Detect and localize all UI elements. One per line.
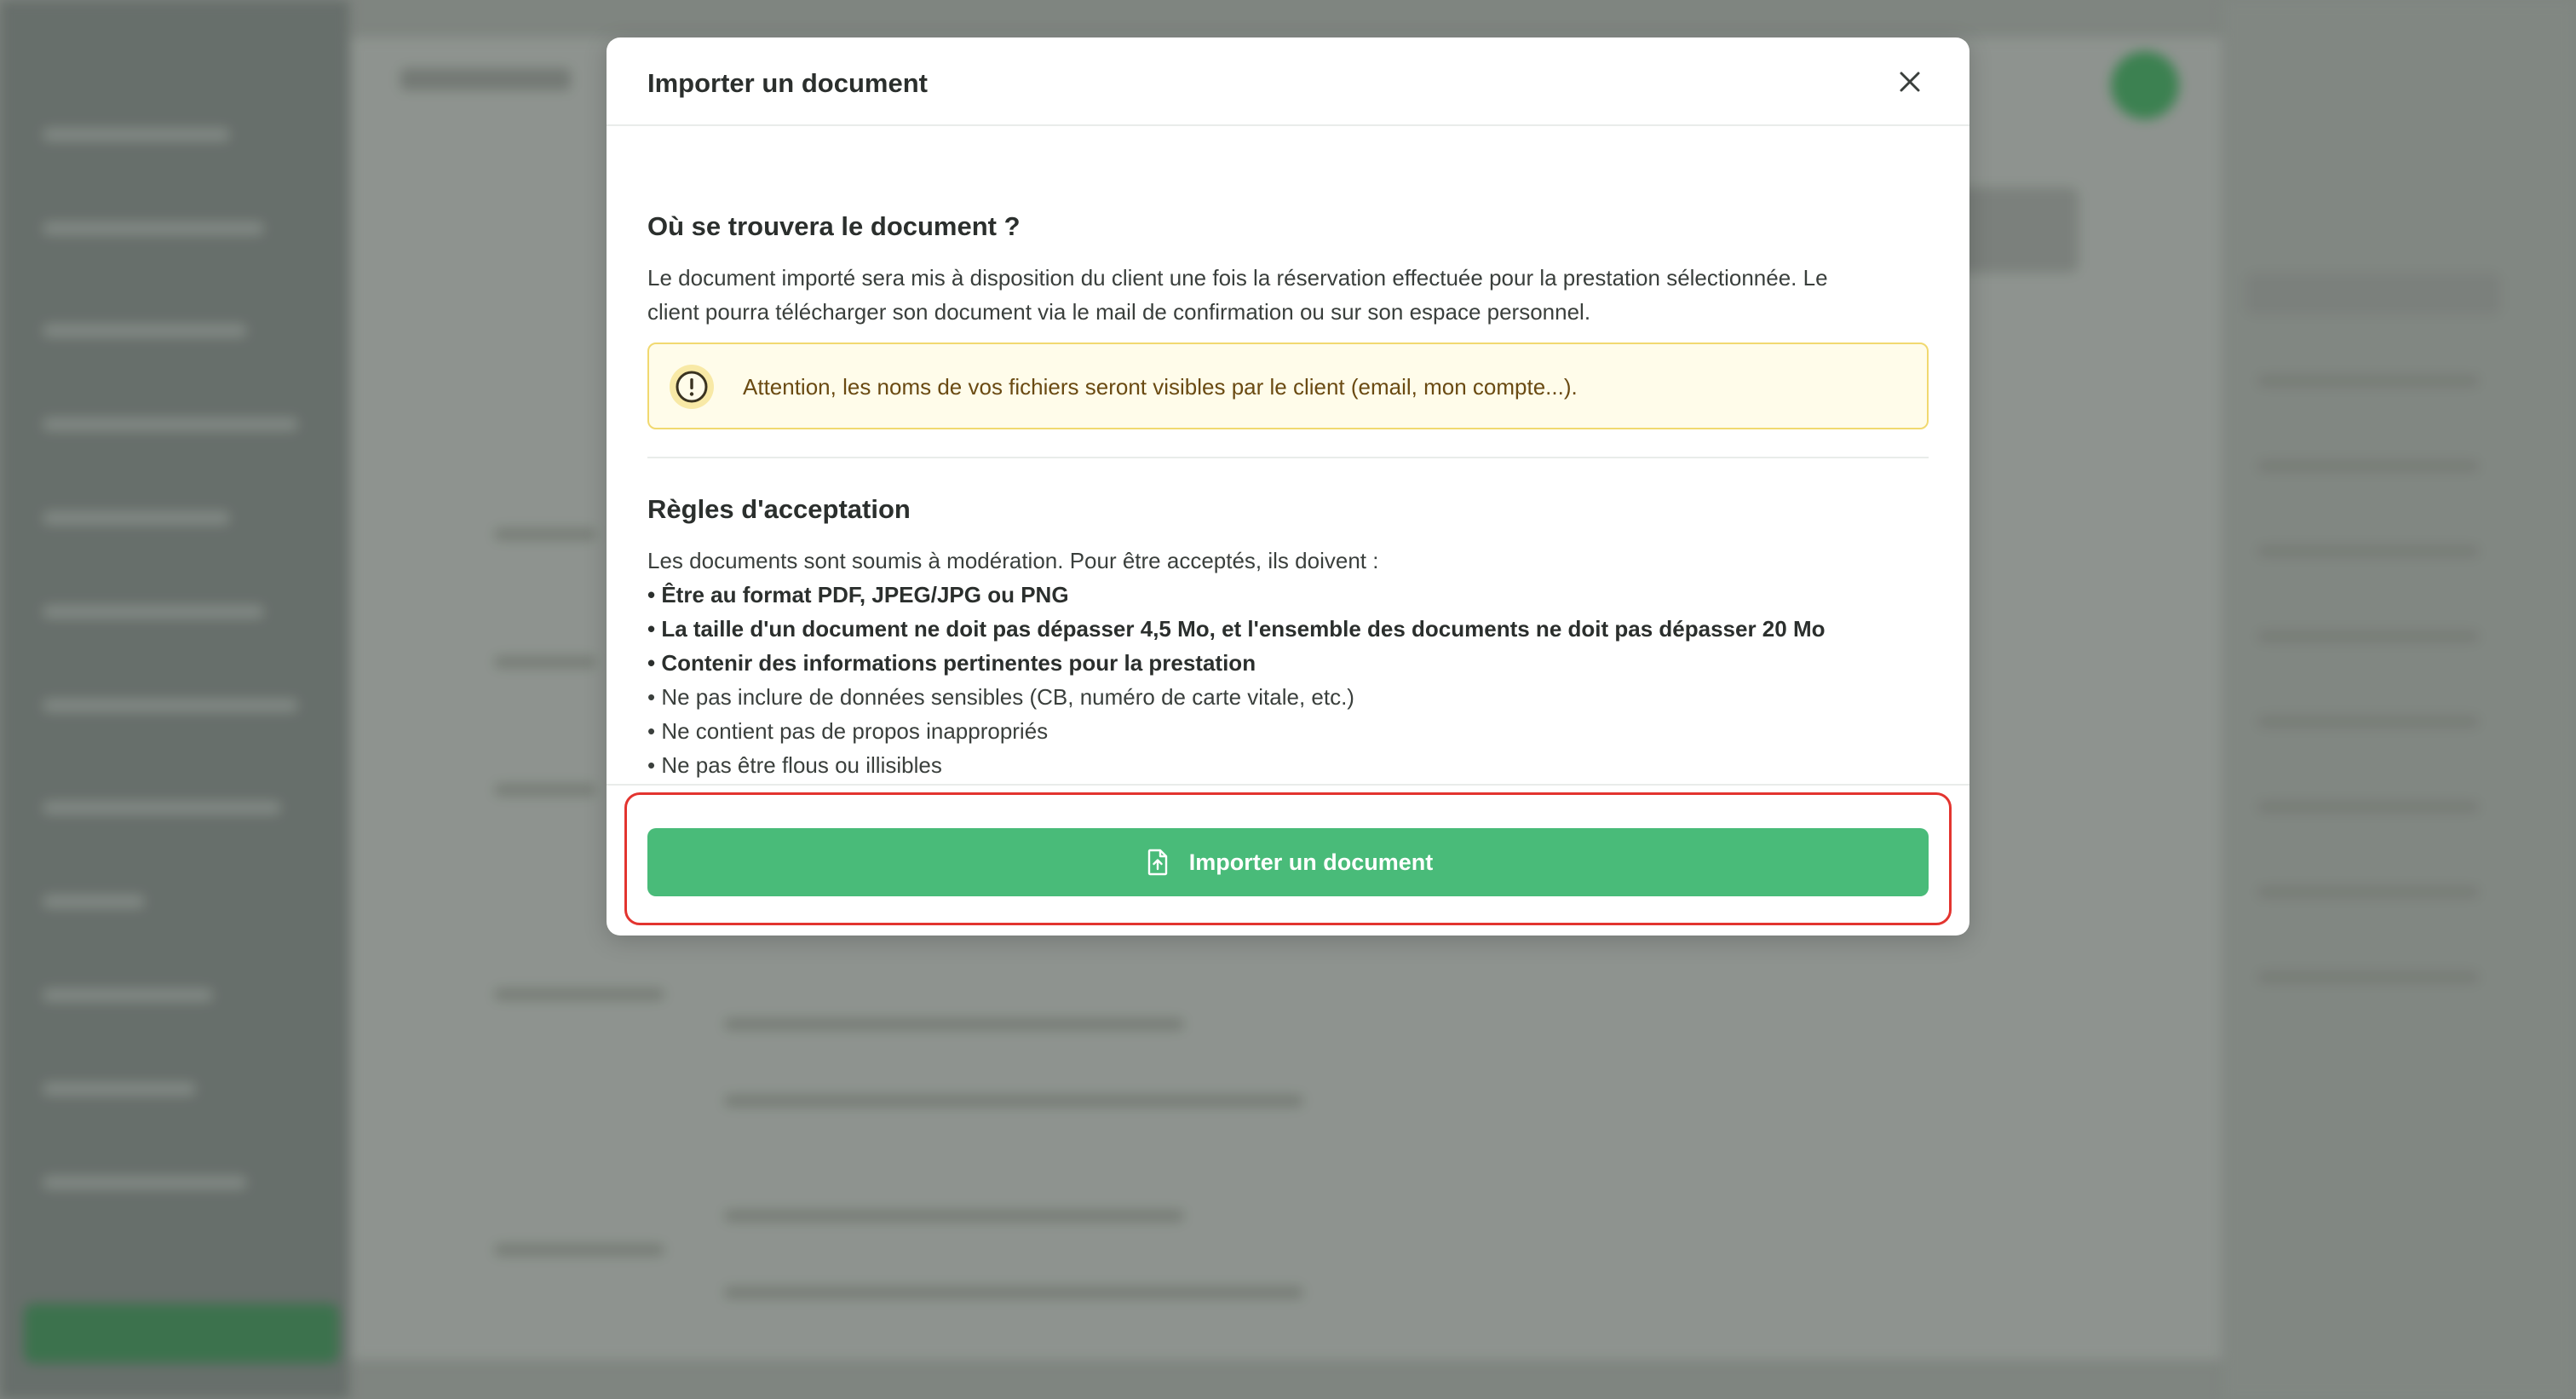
warning-text: Attention, les noms de vos fichiers sero…	[743, 374, 1578, 400]
close-icon	[1900, 72, 1920, 92]
location-section-title: Où se trouvera le document ?	[647, 211, 1021, 241]
modal-header: Importer un document	[607, 37, 1969, 126]
rule-item: • Ne pas inclure de données sensibles (C…	[647, 684, 1354, 710]
file-upload-icon	[1147, 849, 1167, 876]
import-document-button[interactable]: Importer un document	[647, 828, 1929, 896]
rule-item: • La taille d'un document ne doit pas dé…	[647, 616, 1826, 642]
location-description-line1: Le document importé sera mis à dispositi…	[647, 265, 1828, 291]
warning-box: Attention, les noms de vos fichiers sero…	[647, 343, 1929, 429]
rules-list: • Être au format PDF, JPEG/JPG ou PNG • …	[647, 578, 1929, 782]
close-button[interactable]	[1891, 63, 1929, 101]
location-description-line2: client pourra télécharger son document v…	[647, 299, 1591, 325]
rules-intro: Les documents sont soumis à modération. …	[647, 548, 1379, 573]
modal-title: Importer un document	[647, 68, 928, 98]
import-document-modal: Importer un document Où se trouvera le d…	[607, 37, 1969, 936]
modal-footer: Importer un document	[607, 784, 1969, 936]
rule-item: • Contenir des informations pertinentes …	[647, 650, 1256, 676]
rule-item: • Ne contient pas de propos inappropriés	[647, 718, 1049, 744]
rule-item: • Ne pas être flous ou illisibles	[647, 752, 942, 778]
rule-item: • Être au format PDF, JPEG/JPG ou PNG	[647, 582, 1069, 607]
exclamation-circle-icon	[670, 365, 714, 409]
rules-section-title: Règles d'acceptation	[647, 494, 911, 524]
section-divider	[647, 457, 1929, 458]
import-button-label: Importer un document	[1188, 849, 1434, 875]
